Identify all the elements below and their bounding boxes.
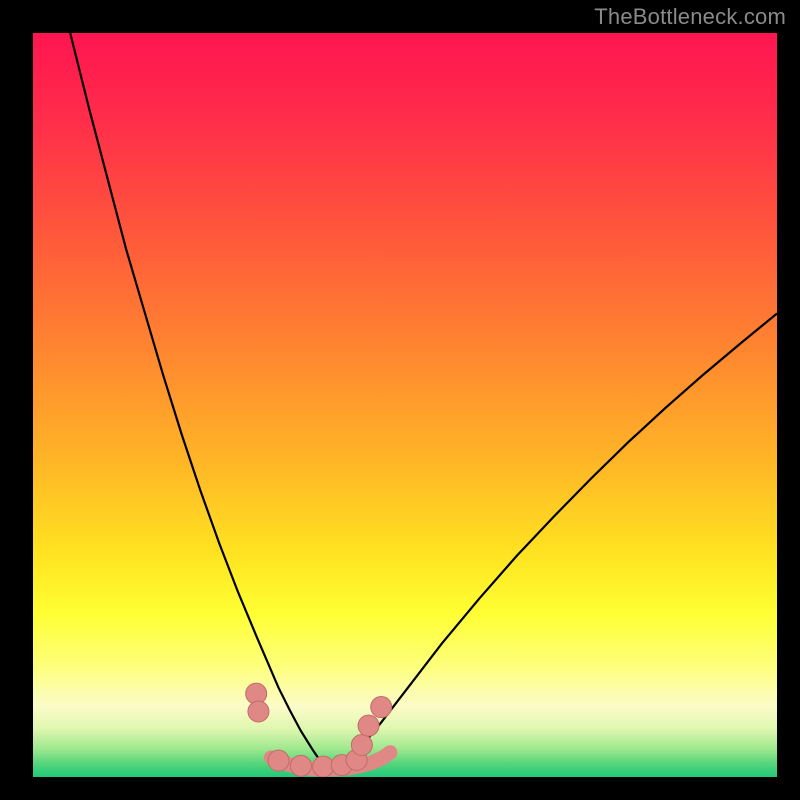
curves-layer bbox=[33, 33, 777, 777]
marker-point bbox=[351, 735, 372, 756]
marker-point bbox=[371, 697, 392, 718]
marker-point bbox=[248, 701, 269, 722]
plot-area bbox=[33, 33, 777, 777]
marker-point bbox=[290, 755, 311, 776]
marker-point bbox=[268, 750, 289, 771]
marker-point bbox=[313, 756, 334, 777]
outer-frame: TheBottleneck.com bbox=[0, 0, 800, 800]
right-curve bbox=[334, 313, 777, 768]
marker-point bbox=[358, 715, 379, 736]
left-curve bbox=[70, 33, 327, 769]
watermark-text: TheBottleneck.com bbox=[594, 4, 786, 30]
